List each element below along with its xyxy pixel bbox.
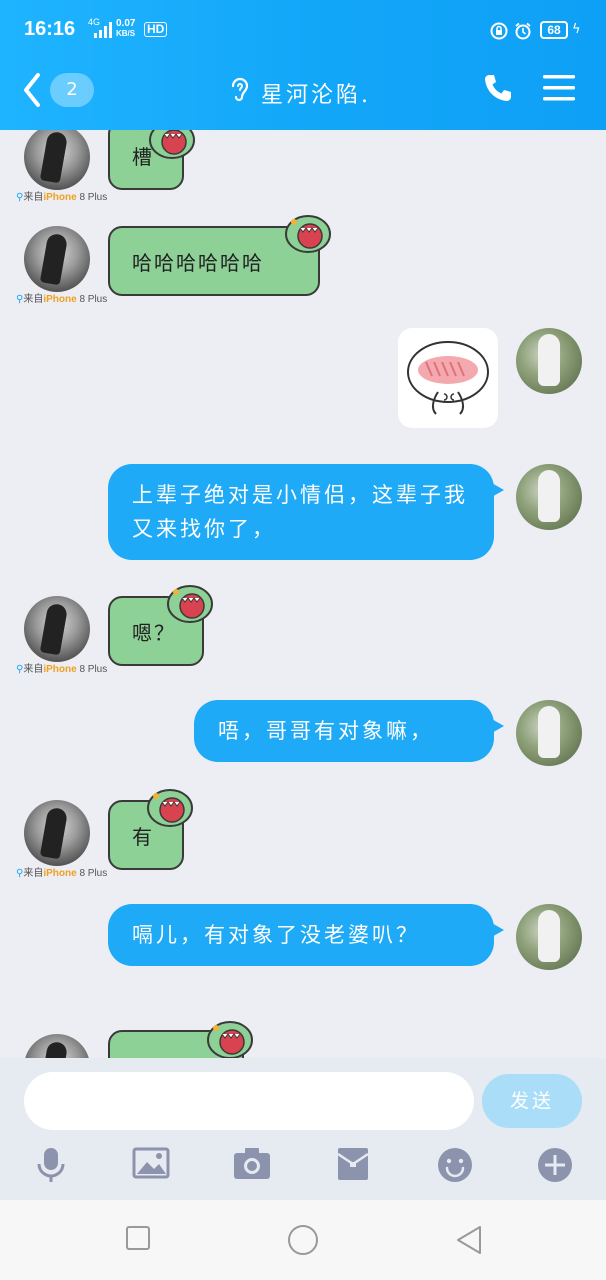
phone-icon[interactable] (482, 72, 514, 104)
contact-avatar[interactable] (24, 800, 90, 866)
home-icon[interactable] (286, 1224, 320, 1258)
signal-icon (94, 22, 112, 38)
back-button[interactable]: 2 (22, 70, 102, 110)
sticker-message[interactable] (398, 328, 498, 428)
red-packet-icon[interactable] (336, 1146, 370, 1182)
microphone-icon[interactable] (34, 1146, 68, 1184)
my-avatar[interactable] (516, 904, 582, 970)
top-bar: 16:16 4G 0.07 KB/S HD 68 ϟ 2 星河沦陷. (0, 0, 606, 130)
blushing-face-sticker-icon (407, 341, 489, 415)
unread-badge: 2 (50, 73, 94, 107)
message-input[interactable] (24, 1072, 474, 1130)
image-icon[interactable] (132, 1146, 170, 1180)
input-bar: 发送 (0, 1058, 606, 1200)
system-nav-bar (0, 1200, 606, 1280)
camera-icon[interactable] (232, 1146, 272, 1182)
status-bar: 16:16 4G 0.07 KB/S HD 68 ϟ (0, 0, 606, 62)
my-avatar[interactable] (516, 464, 582, 530)
dino-bubble-decoration-icon (147, 789, 193, 827)
ear-icon (229, 76, 251, 110)
dino-bubble-decoration-icon (167, 585, 213, 623)
hd-badge: HD (144, 22, 168, 37)
my-avatar[interactable] (516, 328, 582, 394)
chat-header: 2 星河沦陷. (0, 62, 606, 130)
network-speed: 0.07 KB/S (116, 19, 135, 39)
chat-title[interactable]: 星河沦陷. (200, 73, 400, 113)
device-label: ⚲来自iPhone 8 Plus (16, 664, 108, 675)
emoji-icon[interactable] (436, 1146, 474, 1184)
recent-apps-icon[interactable] (124, 1224, 152, 1252)
menu-icon[interactable] (543, 74, 575, 102)
speed-unit: KB/S (116, 29, 136, 38)
charging-icon: ϟ (572, 22, 581, 37)
dino-bubble-decoration-icon (149, 130, 195, 159)
my-avatar[interactable] (516, 700, 582, 766)
chat-area[interactable]: ⚲来自iPhone 8 Plus 槽 ⚲来自iPhone 8 Plus 哈哈哈哈… (0, 130, 606, 1058)
contact-avatar[interactable] (24, 596, 90, 662)
message-bubble-sent[interactable]: 上辈子绝对是小情侣，这辈子我又来找你了， (108, 464, 504, 560)
lock-rotation-icon (490, 22, 508, 40)
message-bubble-sent[interactable]: 嗝儿，有对象了没老婆叭？ (108, 904, 504, 966)
back-nav-icon[interactable] (454, 1224, 484, 1256)
speed-value: 0.07 (116, 18, 136, 29)
battery-level: 68 (540, 21, 568, 39)
contact-avatar[interactable] (24, 226, 90, 292)
status-time: 16:16 (24, 18, 76, 40)
contact-avatar[interactable] (24, 1034, 90, 1058)
device-label: ⚲来自iPhone 8 Plus (16, 868, 108, 879)
contact-name: 星河沦陷. (261, 83, 371, 108)
send-button[interactable]: 发送 (482, 1074, 582, 1128)
device-label: ⚲来自iPhone 8 Plus (16, 192, 108, 203)
message-bubble-sent[interactable]: 唔，哥哥有对象嘛， (194, 700, 504, 762)
plus-icon[interactable] (536, 1146, 574, 1184)
alarm-icon (515, 22, 531, 40)
chevron-left-icon (24, 73, 40, 107)
dino-bubble-decoration-icon (285, 215, 331, 253)
contact-avatar[interactable] (24, 130, 90, 190)
dino-bubble-decoration-icon (207, 1021, 253, 1058)
device-label: ⚲来自iPhone 8 Plus (16, 294, 108, 305)
